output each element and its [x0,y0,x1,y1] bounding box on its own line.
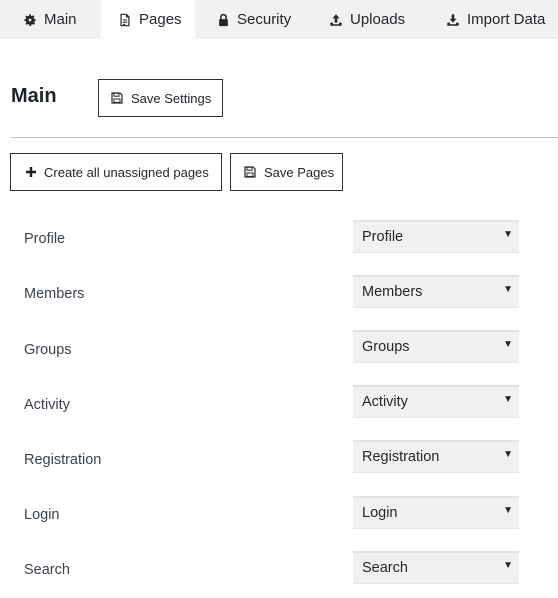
page-select-activity[interactable]: Activity ▼ [353,385,519,418]
select-value: Registration [362,449,440,465]
tab-label: Pages [139,11,182,28]
page-label-groups: Groups [24,342,72,358]
select-value: Search [362,560,408,576]
create-pages-label: Create all unassigned pages [44,164,209,180]
select-value: Groups [362,339,410,355]
create-unassigned-pages-button[interactable]: Create all unassigned pages [10,153,222,191]
tab-bar: Main Pages Security Uploads Import Data [0,0,558,39]
save-settings-button[interactable]: Save Settings [98,79,223,117]
page-select-login[interactable]: Login ▼ [353,496,519,529]
save-icon [244,166,256,178]
save-pages-button[interactable]: Save Pages [230,153,343,191]
save-settings-label: Save Settings [131,90,212,106]
page-label-search: Search [24,562,70,578]
page-label-login: Login [24,507,60,523]
lock-icon [218,13,229,27]
save-icon [111,92,123,104]
tab-label: Security [237,11,292,28]
tab-label: Main [44,11,77,28]
page-select-profile[interactable]: Profile ▼ [353,220,519,253]
page-select-registration[interactable]: Registration ▼ [353,440,519,473]
page-label-registration: Registration [24,452,102,468]
upload-icon [329,13,343,27]
plus-icon [25,166,37,178]
tab-pages[interactable]: Pages [101,0,195,39]
page-select-members[interactable]: Members ▼ [353,275,519,308]
select-value: Activity [362,394,408,410]
dropdown-arrow-icon: ▼ [503,284,513,295]
dropdown-arrow-icon: ▼ [503,229,513,240]
gear-icon [23,13,37,27]
tab-label: Uploads [350,11,406,28]
page-select-groups[interactable]: Groups ▼ [353,330,519,363]
select-value: Login [362,505,398,521]
dropdown-arrow-icon: ▼ [503,505,513,516]
tab-main[interactable]: Main [23,0,77,39]
tab-import-data[interactable]: Import Data [446,0,545,39]
select-value: Members [362,284,423,300]
dropdown-arrow-icon: ▼ [503,339,513,350]
dropdown-arrow-icon: ▼ [503,449,513,460]
divider [10,137,558,138]
import-icon [446,13,460,27]
page-label-profile: Profile [24,231,66,247]
dropdown-arrow-icon: ▼ [503,560,513,571]
page-label-activity: Activity [24,397,70,413]
dropdown-arrow-icon: ▼ [503,394,513,405]
tab-security[interactable]: Security [218,0,291,39]
save-pages-label: Save Pages [264,164,335,180]
select-value: Profile [362,229,404,245]
tab-label: Import Data [467,11,546,28]
document-icon [118,13,132,27]
page-select-search[interactable]: Search ▼ [353,551,519,584]
page-title: Main [11,85,57,107]
page-label-members: Members [24,286,85,302]
tab-uploads[interactable]: Uploads [329,0,405,39]
